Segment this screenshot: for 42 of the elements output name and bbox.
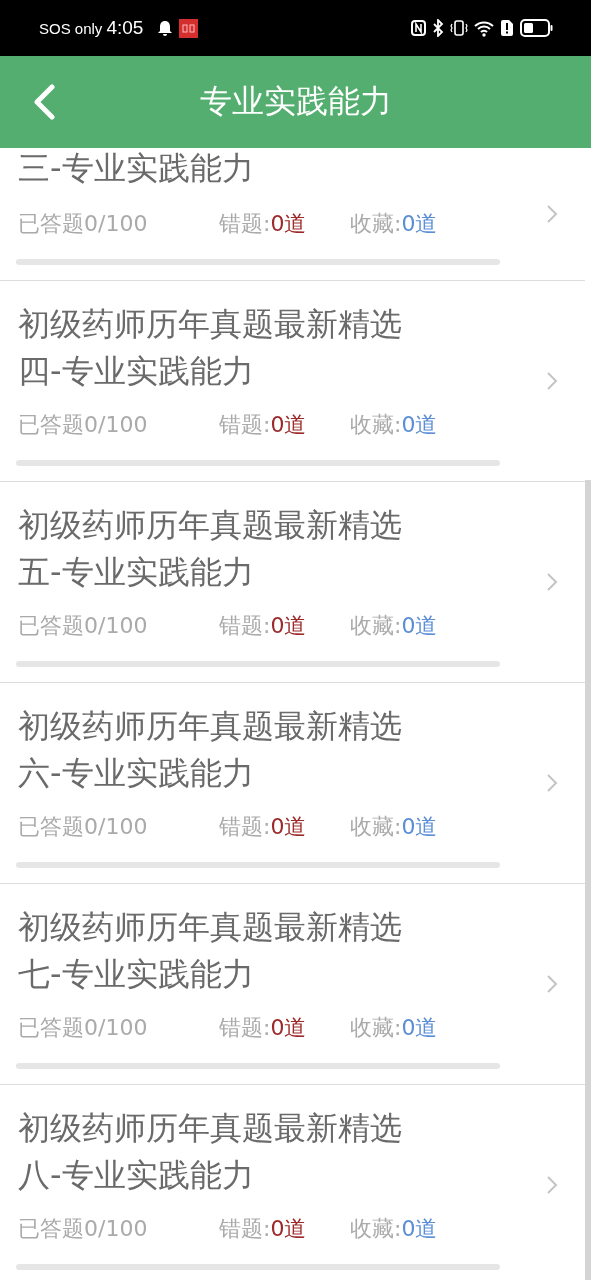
favorite-count: 收藏:0道 [350, 1215, 438, 1243]
exam-title: 初级药师历年真题最新精选七-专业实践能力 [18, 907, 403, 995]
exam-title: 初级药师历年真题最新精选六-专业实践能力 [18, 706, 403, 794]
answered-count: 已答题0/100 [18, 1215, 149, 1243]
nfc-icon [411, 20, 426, 36]
wrong-count: 错题:0道 [219, 813, 308, 841]
answered-count: 已答题0/100 [18, 1014, 149, 1042]
vibrate-icon [450, 19, 468, 37]
chevron-right-icon[interactable] [546, 204, 558, 224]
clock-time: 4:05 [106, 17, 144, 39]
wrong-count: 错题:0道 [219, 1215, 308, 1243]
exam-title: 初级药师历年真题最新精选八-专业实践能力 [18, 1108, 403, 1196]
wrong-count: 错题:0道 [219, 210, 308, 238]
favorite-count: 收藏:0道 [350, 1014, 438, 1042]
carrier-text: SOS only [39, 19, 103, 37]
sim-alert-icon [500, 19, 514, 37]
bluetooth-icon [432, 19, 444, 37]
exam-title: 初级药师历年真题最新精选五-专业实践能力 [18, 505, 403, 593]
wrong-count: 错题:0道 [219, 411, 308, 439]
battery-icon [520, 19, 553, 37]
favorite-count: 收藏:0道 [350, 411, 438, 439]
chevron-right-icon[interactable] [546, 974, 558, 994]
answered-count: 已答题0/100 [18, 813, 149, 841]
answered-count: 已答题0/100 [18, 612, 149, 640]
page-title: 专业实践能力 [199, 81, 392, 122]
wrong-count: 错题:0道 [219, 1014, 308, 1042]
exam-title: 初级药师历年真题最新精选四-专业实践能力 [18, 304, 403, 392]
exam-title: 三-专业实践能力 [18, 148, 255, 188]
app-icon [179, 18, 199, 38]
wrong-count: 错题:0道 [219, 612, 308, 640]
chevron-right-icon[interactable] [546, 371, 558, 391]
favorite-count: 收藏:0道 [350, 612, 438, 640]
chevron-right-icon[interactable] [546, 572, 558, 592]
bell-icon [157, 19, 174, 37]
answered-count: 已答题0/100 [18, 210, 149, 238]
scrollbar[interactable] [585, 480, 591, 1280]
wifi-icon [474, 19, 494, 37]
chevron-right-icon[interactable] [546, 1175, 558, 1195]
favorite-count: 收藏:0道 [350, 813, 438, 841]
answered-count: 已答题0/100 [18, 411, 149, 439]
favorite-count: 收藏:0道 [350, 210, 438, 238]
chevron-right-icon[interactable] [546, 773, 558, 793]
